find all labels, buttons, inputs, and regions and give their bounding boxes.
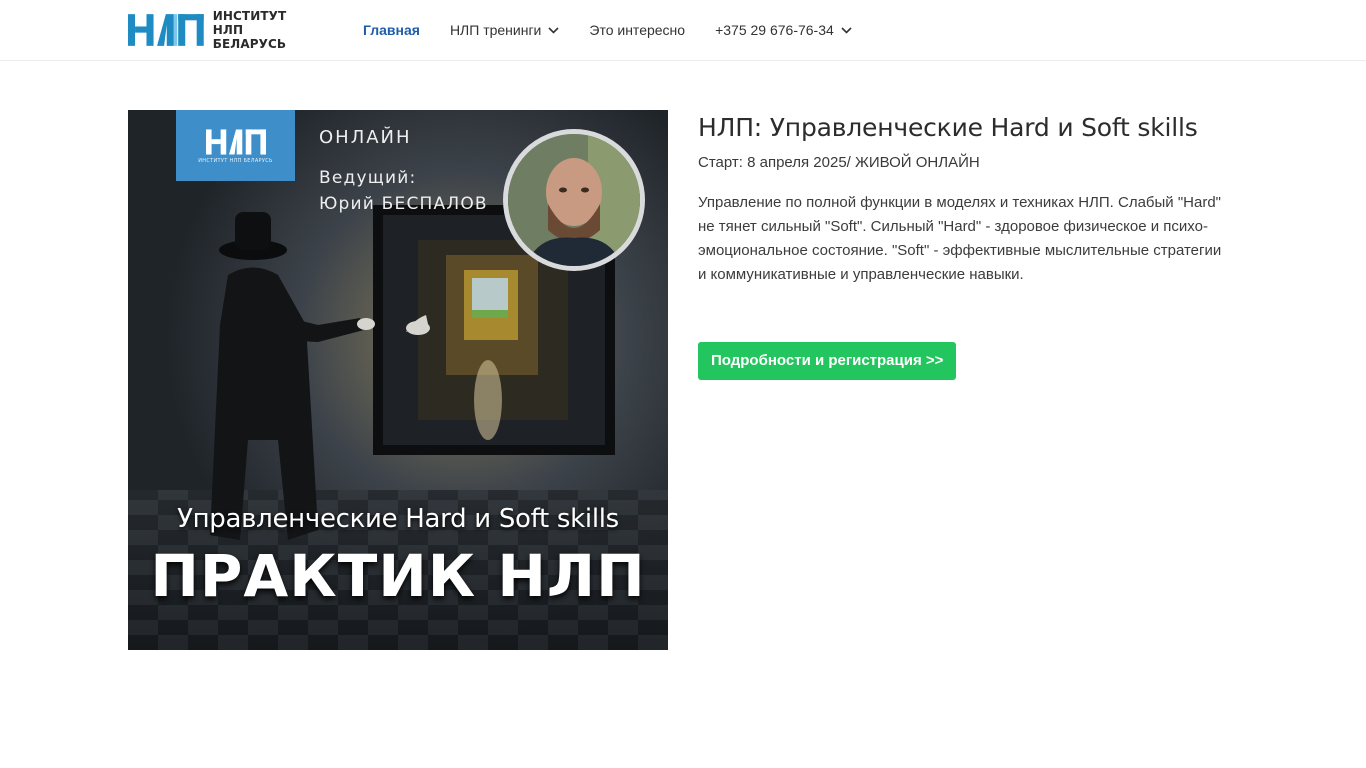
logo-line-1: ИНСТИТУТ НЛП [212, 9, 287, 37]
site-header: ИНСТИТУТ НЛП БЕЛАРУСЬ Главная НЛП тренин… [0, 0, 1366, 61]
site-logo[interactable]: ИНСТИТУТ НЛП БЕЛАРУСЬ [128, 9, 308, 51]
nav-item-interesting[interactable]: Это интересно [589, 22, 685, 38]
nav-label: +375 29 676-76-34 [715, 22, 834, 38]
chevron-down-icon [548, 26, 559, 34]
course-title[interactable]: НЛП: Управленческие Hard и Soft skills [698, 112, 1238, 144]
logo-line-2: БЕЛАРУСЬ [212, 37, 287, 51]
logo-text: ИНСТИТУТ НЛП БЕЛАРУСЬ [213, 9, 308, 51]
course-banner-image[interactable]: ИНСТИТУТ НЛП БЕЛАРУСЬ ОНЛАЙН Ведущий: Юр… [128, 110, 668, 650]
banner-subtitle: Управленческие Hard и Soft skills [177, 504, 619, 534]
course-details: НЛП: Управленческие Hard и Soft skills С… [698, 112, 1238, 380]
nav-label: Это интересно [589, 22, 686, 38]
institute-badge: ИНСТИТУТ НЛП БЕЛАРУСЬ [176, 110, 295, 181]
logo-mark-icon [128, 14, 204, 46]
course-description: Управление по полной функции в моделях и… [698, 194, 1222, 283]
host-name: Юрий БЕСПАЛОВ [319, 194, 488, 214]
chevron-down-icon [841, 26, 852, 34]
host-label: Ведущий: [319, 168, 417, 188]
banner-headline: ПРАКТИК НЛП [150, 542, 646, 610]
host-avatar [503, 129, 645, 271]
host-portrait [508, 134, 640, 266]
nav-label: Главная [363, 22, 420, 38]
badge-subtitle: ИНСТИТУТ НЛП БЕЛАРУСЬ [198, 158, 273, 164]
logo-mark-icon [206, 129, 266, 155]
nav-item-home[interactable]: Главная [363, 22, 420, 38]
details-registration-button[interactable]: Подробности и регистрация >> [698, 342, 957, 380]
main-nav: Главная НЛП тренинги Это интересно +375 … [363, 0, 882, 60]
nav-item-trainings[interactable]: НЛП тренинги [450, 22, 559, 38]
course-start-date: Старт: 8 апреля 2025/ ЖИВОЙ ОНЛАЙН [698, 154, 980, 171]
nav-label: НЛП тренинги [449, 22, 542, 38]
banner-online-label: ОНЛАЙН [319, 127, 412, 148]
nav-item-phone[interactable]: +375 29 676-76-34 [715, 22, 852, 38]
banner-host: Ведущий: Юрий БЕСПАЛОВ [319, 165, 488, 217]
